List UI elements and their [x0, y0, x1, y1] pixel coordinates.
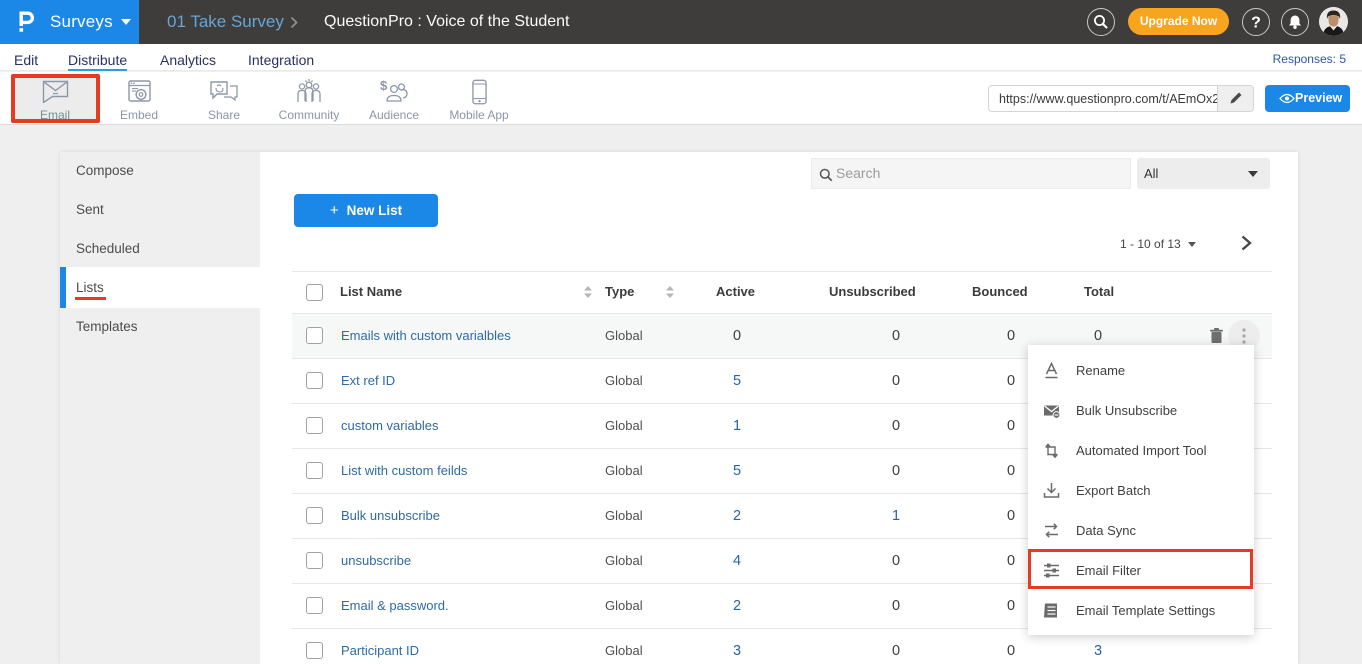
svg-text:?: ? — [1251, 14, 1261, 31]
